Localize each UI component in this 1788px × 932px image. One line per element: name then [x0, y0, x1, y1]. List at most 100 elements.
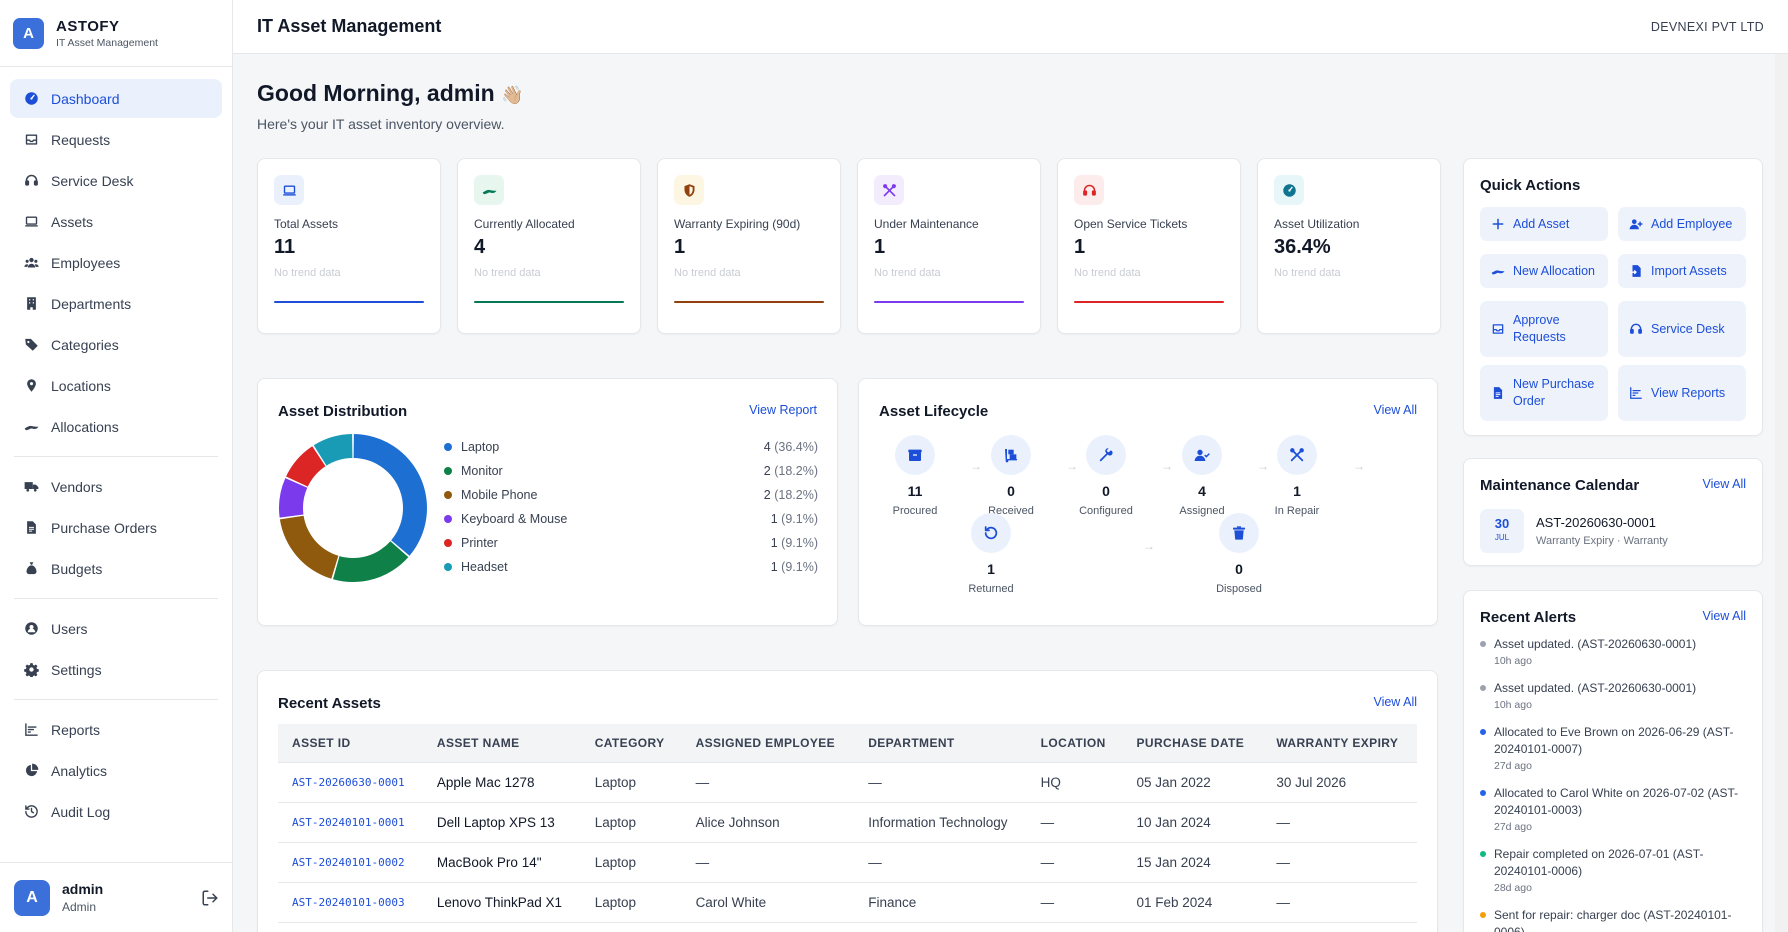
stat-card-currently-allocated[interactable]: Currently Allocated 4 No trend data — [457, 158, 641, 334]
stat-card-under-maintenance[interactable]: Under Maintenance 1 No trend data — [857, 158, 1041, 334]
sidebar-item-budgets[interactable]: Budgets — [10, 549, 222, 588]
lifecycle-stage-assigned[interactable]: 4 Assigned — [1166, 435, 1238, 517]
sidebar-item-label: Dashboard — [51, 90, 120, 107]
add-employee-button[interactable]: Add Employee — [1618, 207, 1746, 241]
sidebar-item-users[interactable]: Users — [10, 609, 222, 648]
stat-card-open-service-tickets[interactable]: Open Service Tickets 1 No trend data — [1057, 158, 1241, 334]
alert-status-dot — [1480, 641, 1486, 647]
avatar[interactable]: A — [14, 879, 50, 916]
table-row[interactable]: AST-20240101-0001 Dell Laptop XPS 13 Lapto… — [278, 802, 1417, 843]
sidebar-item-employees[interactable]: Employees — [10, 243, 222, 282]
quick-action-label: Import Assets — [1651, 263, 1727, 278]
asset-id-link[interactable]: AST-20240101-0001 — [278, 802, 423, 843]
lifecycle-stage-returned[interactable]: 1 Returned — [955, 513, 1027, 595]
column-header[interactable]: LOCATION — [1026, 724, 1123, 763]
sidebar-item-analytics[interactable]: Analytics — [10, 751, 222, 790]
stat-card-asset-utilization[interactable]: Asset Utilization 36.4% No trend data — [1257, 158, 1441, 334]
maintenance-item-title: AST-20260630-0001 — [1536, 515, 1656, 530]
column-header[interactable]: ASSIGNED EMPLOYEE — [681, 724, 855, 763]
add-asset-button[interactable]: Add Asset — [1480, 207, 1608, 241]
alert-item[interactable]: Allocated to Carol White on 2026-07-02 (… — [1480, 785, 1746, 833]
lifecycle-count: 1 — [1293, 483, 1301, 499]
alert-item[interactable]: Asset updated. (AST-20260630-0001) 10h ag… — [1480, 680, 1746, 711]
column-header[interactable]: WARRANTY EXPIRY — [1262, 724, 1417, 763]
approve-requests-button[interactable]: Approve Requests — [1480, 301, 1608, 357]
stat-card-total-assets[interactable]: Total Assets 11 No trend data — [257, 158, 441, 334]
sidebar-item-locations[interactable]: Locations — [10, 366, 222, 405]
sidebar-item-departments[interactable]: Departments — [10, 284, 222, 323]
column-header[interactable]: CATEGORY — [580, 724, 682, 763]
sidebar-item-service-desk[interactable]: Service Desk — [10, 161, 222, 200]
maintenance-view-all-link[interactable]: View All — [1702, 477, 1746, 491]
table-row[interactable]: AST-20260630-0001 Apple Mac 1278 Laptop — — H… — [278, 762, 1417, 803]
tools-icon — [1277, 435, 1317, 475]
column-header[interactable]: DEPARTMENT — [854, 724, 1027, 763]
sidebar-item-reports[interactable]: Reports — [10, 710, 222, 749]
stat-label: Total Assets — [274, 217, 339, 231]
legend-value: 1 — [770, 560, 778, 574]
file-import-icon — [1629, 264, 1651, 278]
sidebar-item-label: Employees — [51, 254, 121, 271]
import-assets-button[interactable]: Import Assets — [1618, 254, 1746, 288]
alert-item[interactable]: Asset updated. (AST-20260630-0001) 10h ag… — [1480, 636, 1746, 667]
maintenance-date: 30 JUL — [1480, 509, 1524, 553]
lifecycle-stage-disposed[interactable]: 0 Disposed — [1203, 513, 1275, 595]
stat-card-warranty-expiring-90d[interactable]: Warranty Expiring (90d) 1 No trend data — [657, 158, 841, 334]
alert-time: 10h ago — [1494, 655, 1532, 667]
alerts-view-all-link[interactable]: View All — [1702, 609, 1746, 623]
distribution-legend: Laptop 4 (36.4%) Monitor 2 (18.2%) Mobile Ph… — [444, 435, 818, 579]
recent-assets-view-all-link[interactable]: View All — [1373, 695, 1417, 709]
scrollbar[interactable] — [1775, 54, 1788, 932]
sidebar-item-dashboard[interactable]: Dashboard — [10, 79, 222, 118]
asset-id-link[interactable]: AST-20240101-0002 — [278, 842, 423, 883]
alert-item[interactable]: Sent for repair: charger doc (AST-202401… — [1480, 907, 1746, 932]
view-reports-button[interactable]: View Reports — [1618, 365, 1746, 421]
new-purchase-order-button[interactable]: New Purchase Order — [1480, 365, 1608, 421]
stat-value: 4 — [474, 236, 486, 258]
table-cell: Finance — [854, 882, 1027, 923]
sidebar-item-vendors[interactable]: Vendors — [10, 467, 222, 506]
sidebar-item-purchase-orders[interactable]: Purchase Orders — [10, 508, 222, 547]
recent-assets-card: Recent Assets View All ASSET ID ASSET NAM… — [257, 670, 1438, 932]
table-cell: Dell Laptop XPS 13 — [422, 802, 581, 843]
sidebar-item-assets[interactable]: Assets — [10, 202, 222, 241]
table-cell: — — [1262, 882, 1417, 923]
asset-id-link[interactable]: AST-20240101-0003 — [278, 882, 423, 923]
new-allocation-button[interactable]: New Allocation — [1480, 254, 1608, 288]
column-header[interactable]: ASSET NAME — [422, 724, 581, 763]
brand[interactable]: A ASTOFY IT Asset Management — [0, 0, 232, 67]
column-header[interactable]: PURCHASE DATE — [1122, 724, 1263, 763]
lifecycle-stage-received[interactable]: 0 Received — [975, 435, 1047, 517]
donut-slice-mobile-phone[interactable] — [279, 515, 339, 579]
quick-action-label: New Allocation — [1513, 263, 1595, 278]
logout-icon[interactable] — [201, 889, 219, 907]
quick-actions-card: Quick Actions Add Asset Add Employee New A… — [1463, 158, 1763, 436]
bar-chart-icon — [22, 721, 40, 739]
money-bag-icon — [22, 560, 40, 578]
alert-item[interactable]: Repair completed on 2026-07-01 (AST-2024… — [1480, 846, 1746, 894]
donut-slice-monitor[interactable] — [333, 541, 409, 582]
table-body: AST-20260630-0001 Apple Mac 1278 Laptop — — H… — [278, 762, 1417, 923]
sidebar-item-audit-log[interactable]: Audit Log — [10, 792, 222, 831]
quick-action-label: Add Employee — [1651, 216, 1733, 231]
maintenance-item[interactable]: 30 JUL AST-20260630-0001 Warranty Expiry… — [1480, 509, 1668, 553]
table-row[interactable]: AST-20240101-0003 Lenovo ThinkPad X1 Lapto… — [278, 882, 1417, 923]
donut-slice-laptop[interactable] — [353, 434, 427, 556]
sidebar-item-settings[interactable]: Settings — [10, 650, 222, 689]
maintenance-item-sub: Warranty Expiry · Warranty — [1536, 535, 1668, 547]
sidebar-item-categories[interactable]: Categories — [10, 325, 222, 364]
lifecycle-view-all-link[interactable]: View All — [1373, 403, 1417, 417]
user-circle-icon — [22, 620, 40, 638]
service-desk-button[interactable]: Service Desk — [1618, 301, 1746, 357]
sidebar-item-allocations[interactable]: Allocations — [10, 407, 222, 446]
lifecycle-stage-configured[interactable]: 0 Configured — [1070, 435, 1142, 517]
lifecycle-stage-procured[interactable]: 11 Procured — [879, 435, 951, 517]
column-header[interactable]: ASSET ID — [278, 724, 423, 763]
view-report-link[interactable]: View Report — [749, 403, 817, 417]
alert-item[interactable]: Allocated to Eve Brown on 2026-06-29 (AS… — [1480, 724, 1746, 772]
sidebar-item-requests[interactable]: Requests — [10, 120, 222, 159]
lifecycle-stage-in-repair[interactable]: 1 In Repair — [1261, 435, 1333, 517]
table-row[interactable]: AST-20240101-0002 MacBook Pro 14" Laptop — —… — [278, 842, 1417, 883]
asset-id-link[interactable]: AST-20260630-0001 — [278, 762, 423, 803]
legend-label: Monitor — [461, 464, 503, 478]
